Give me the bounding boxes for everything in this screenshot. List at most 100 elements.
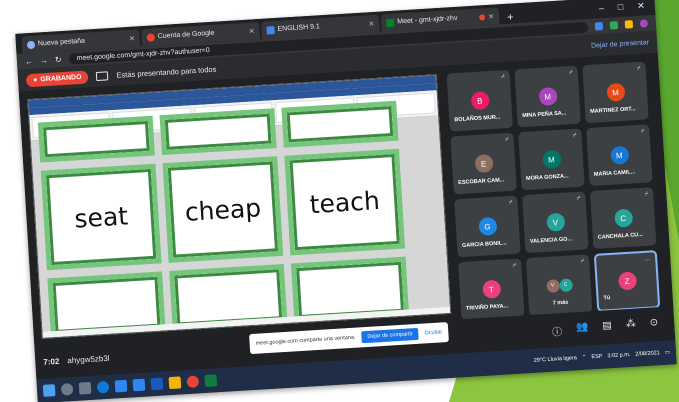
stop-sharing-button[interactable]: Dejar de compartir xyxy=(361,327,419,344)
info-icon[interactable]: ⓘ xyxy=(552,323,563,339)
chrome-taskbar-icon[interactable] xyxy=(186,375,200,389)
participant-name: CANCHALA CU... xyxy=(597,231,643,241)
close-icon[interactable]: ✕ xyxy=(488,12,494,20)
participant-tile[interactable]: ⌿ C CANCHALA CU... xyxy=(589,187,657,249)
recording-badge: ● GRABANDO xyxy=(25,70,89,87)
forward-icon[interactable]: → xyxy=(40,55,49,64)
participant-name: Tú xyxy=(603,295,611,302)
close-icon[interactable]: ✕ xyxy=(129,34,135,42)
back-icon[interactable]: ← xyxy=(25,56,34,65)
word-card: cheap xyxy=(162,156,284,263)
new-tab-button[interactable]: + xyxy=(501,11,520,24)
edge-icon[interactable] xyxy=(96,380,110,394)
people-icon[interactable]: 👥 xyxy=(576,321,589,337)
clock[interactable]: 3:02 p.m. xyxy=(607,352,630,359)
participant-name: MARTINEZ ORT... xyxy=(589,106,636,115)
avatar: G xyxy=(477,216,497,236)
mic-off-icon: ⌿ xyxy=(512,262,517,269)
avatar: C xyxy=(613,208,633,228)
meeting-time: 7:02 xyxy=(43,356,60,367)
chat-icon[interactable]: ▤ xyxy=(602,320,612,336)
recording-dot-icon xyxy=(479,13,486,21)
avatar: E xyxy=(474,154,494,174)
date[interactable]: 2/08/2021 xyxy=(635,350,660,357)
word-card: seat xyxy=(40,163,162,271)
meet-main: seat cheap teach ⌿ B BOLAÑOS MUR... ⌿ M MINA … xyxy=(18,52,674,346)
participant-name: GARCIA BONIL... xyxy=(461,240,507,249)
participant-tile[interactable]: ⌿ T TRIVIÑO PAYA... xyxy=(458,258,525,321)
avatar: T xyxy=(481,279,501,299)
folder-icon[interactable] xyxy=(168,376,182,390)
participant-grid: ⌿ B BOLAÑOS MUR... ⌿ M MINA PEÑA SA... ⌿ M MARTI… xyxy=(446,61,667,321)
avatar: M xyxy=(605,82,626,102)
participant-name: 7 más xyxy=(552,299,569,307)
word-icon xyxy=(266,25,275,35)
minimize-icon[interactable]: – xyxy=(598,2,604,13)
avatar: Z xyxy=(617,271,637,291)
hide-button[interactable]: Ocultar xyxy=(424,329,442,336)
chrome-icon xyxy=(26,40,36,49)
lock-icon[interactable]: ⊙ xyxy=(649,317,658,332)
presenting-text: Estás presentando para todos xyxy=(116,64,217,80)
mic-off-icon: ⌿ xyxy=(636,65,641,72)
word-card: teach xyxy=(284,148,406,256)
extension-icon[interactable] xyxy=(594,22,604,31)
system-tray: 29°C Lluvia ligera ⌃ ESP 3:02 p.m. 2/08/… xyxy=(534,350,671,364)
more-options-icon[interactable]: ⋯ xyxy=(644,257,650,264)
participant-tile[interactable]: ⌿ G GARCIA BONIL... xyxy=(454,195,521,258)
excel-icon[interactable] xyxy=(204,374,218,387)
avatar: M xyxy=(609,145,629,165)
participant-tile[interactable]: ⋯ Z Tú xyxy=(593,250,661,312)
tray-arrow-icon[interactable]: ⌃ xyxy=(582,355,587,361)
task-view-icon[interactable] xyxy=(78,381,92,395)
participant-tile[interactable]: ⌿ E ESCOBAR CAM... xyxy=(450,132,517,195)
close-icon[interactable]: ✕ xyxy=(248,27,255,35)
activities-icon[interactable]: ⁂ xyxy=(625,318,636,334)
avatar: M xyxy=(541,149,561,169)
windows-start-icon[interactable] xyxy=(42,384,56,397)
window-controls: – □ ✕ xyxy=(598,0,655,14)
search-icon[interactable] xyxy=(60,383,74,396)
document-canvas: seat cheap teach xyxy=(30,100,452,339)
mic-off-icon: ⌿ xyxy=(576,195,581,202)
mic-off-icon: ⌿ xyxy=(504,136,509,144)
participant-tile[interactable]: ⌿ M MARIA CAMIL... xyxy=(586,124,653,187)
participant-name: TRIVIÑO PAYA... xyxy=(465,303,509,312)
stop-presenting-button[interactable]: Dejar de presentar xyxy=(591,39,649,50)
close-icon[interactable]: ✕ xyxy=(368,19,374,27)
card-top xyxy=(37,115,155,163)
mic-off-icon: ⌿ xyxy=(508,199,513,207)
maximize-icon[interactable]: □ xyxy=(617,1,623,12)
weather-text[interactable]: 29°C Lluvia ligera xyxy=(534,355,577,364)
language[interactable]: ESP xyxy=(591,354,602,361)
participant-tile[interactable]: ⌿ M MARTINEZ ORT... xyxy=(582,61,649,124)
present-screen-icon xyxy=(96,70,109,81)
extension-icon[interactable] xyxy=(624,20,634,29)
reload-icon[interactable]: ↻ xyxy=(55,55,62,64)
mic-off-icon: ⌿ xyxy=(644,191,649,198)
mail-icon[interactable] xyxy=(132,378,146,392)
extension-icon[interactable] xyxy=(609,21,619,30)
sharing-text: meet.google.com comparte una ventana. xyxy=(255,334,356,347)
meet-side-icons: ⓘ 👥 ▤ ⁂ ⊙ xyxy=(552,316,667,338)
avatar: M xyxy=(538,86,558,107)
participant-name: MARIA CAMIL... xyxy=(593,169,636,178)
participant-tile[interactable]: ⌿ M MINA PEÑA SA... xyxy=(514,65,581,128)
avatar: C xyxy=(558,277,573,292)
participant-name: BOLAÑOS MUR... xyxy=(454,114,501,124)
store-icon[interactable] xyxy=(114,379,128,393)
participant-tile[interactable]: ⌿ V VALENCIA GO... xyxy=(522,191,589,254)
participant-tile[interactable]: ⌿ M MORA GONZA... xyxy=(518,128,585,191)
more-avatars: VC xyxy=(545,277,573,293)
participant-tile[interactable]: ⌿ V C 7 más xyxy=(525,254,593,317)
participant-tile[interactable]: ⌿ B BOLAÑOS MUR... xyxy=(446,69,513,132)
close-window-icon[interactable]: ✕ xyxy=(637,0,645,11)
meet-icon xyxy=(386,18,395,27)
screen-photo: Nueva pestaña ✕ Cuenta de Google ✕ ENGLI… xyxy=(15,0,677,402)
slide-background: Nueva pestaña ✕ Cuenta de Google ✕ ENGLI… xyxy=(0,0,679,402)
participant-name: ESCOBAR CAM... xyxy=(458,177,505,187)
shared-word-window: seat cheap teach xyxy=(27,74,452,339)
word-taskbar-icon[interactable] xyxy=(150,377,164,391)
notifications-icon[interactable]: ▭ xyxy=(665,350,671,356)
profile-avatar[interactable] xyxy=(639,19,649,28)
